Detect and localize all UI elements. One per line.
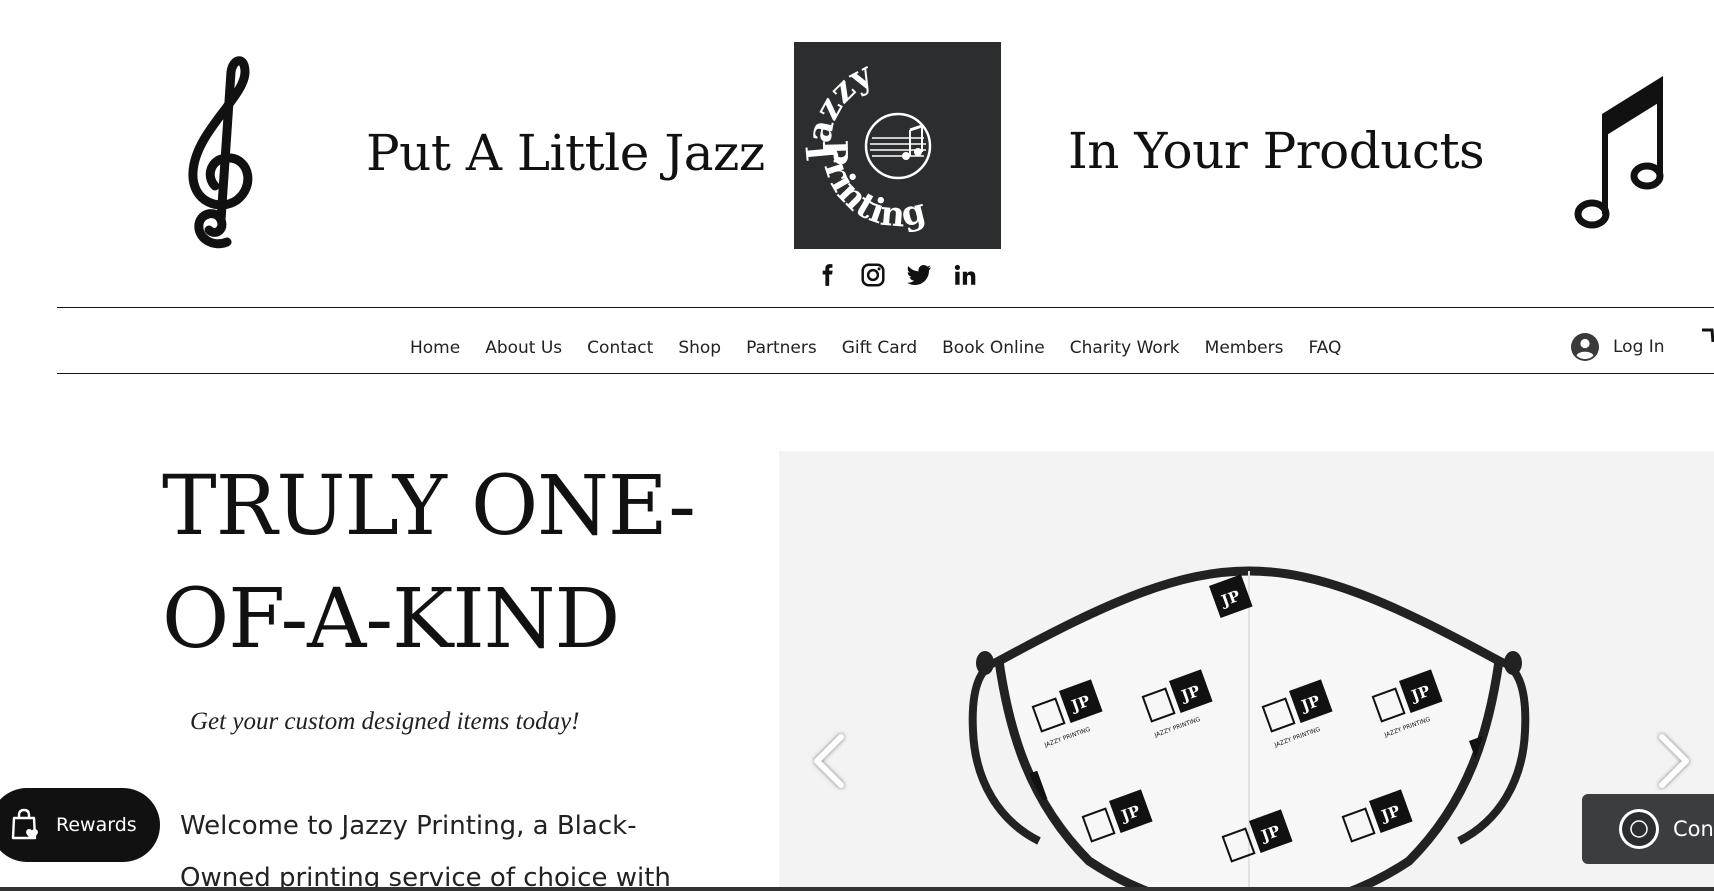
nav-item-partners[interactable]: Partners <box>746 338 817 358</box>
contact-widget-logo-icon <box>1619 809 1659 849</box>
jazzy-printing-logo[interactable]: Jazzy Printing <box>794 42 1001 249</box>
rewards-button[interactable]: Rewards <box>0 788 160 862</box>
hero-title-line-2: OF-A-KIND <box>162 572 620 667</box>
tagline-right: In Your Products <box>1068 122 1485 180</box>
bottom-edge-bar <box>0 887 1714 891</box>
main-nav: Home About Us Contact Shop Partners Gift… <box>410 338 1341 358</box>
login-label: Log In <box>1613 337 1665 357</box>
nav-divider-bottom <box>57 373 1714 374</box>
slideshow-prev-arrow-icon[interactable] <box>809 731 849 791</box>
tagline-left: Put A Little Jazz <box>366 124 765 182</box>
nav-item-contact[interactable]: Contact <box>587 338 653 358</box>
music-notes-icon <box>1574 76 1664 229</box>
shopping-bag-heart-icon <box>11 808 38 840</box>
hero-title-line-1: TRULY ONE- <box>162 459 696 554</box>
svg-text:Printing: Printing <box>814 139 930 235</box>
nav-item-members[interactable]: Members <box>1205 338 1284 358</box>
hero-subtitle: Get your custom designed items today! <box>190 708 580 735</box>
rewards-label: Rewards <box>56 814 137 836</box>
nav-item-shop[interactable]: Shop <box>678 338 721 358</box>
nav-item-gift-card[interactable]: Gift Card <box>842 338 917 358</box>
social-links <box>814 262 978 288</box>
instagram-icon[interactable] <box>860 262 886 288</box>
treble-clef-icon <box>188 56 253 249</box>
product-slideshow[interactable]: JP JAZZY PRINTING JP JAZZY PRINTING JP JAZZ… <box>779 451 1714 891</box>
nav-divider-top <box>57 307 1714 308</box>
welcome-line-2: Owned printing service of choice with <box>180 863 671 891</box>
twitter-icon[interactable] <box>906 262 932 288</box>
welcome-text: Welcome to Jazzy Printing, a Black- Owne… <box>180 800 700 891</box>
face-mask-product-image: JPJAZZY PRINTING JPJAZZY PRINTING JPJAZZ… <box>968 566 1530 891</box>
user-avatar-icon <box>1571 333 1599 361</box>
facebook-icon[interactable] <box>814 262 840 288</box>
nav-item-charity-work[interactable]: Charity Work <box>1070 338 1180 358</box>
nav-item-faq[interactable]: FAQ <box>1308 338 1341 358</box>
slideshow-next-arrow-icon[interactable] <box>1654 731 1694 791</box>
nav-item-home[interactable]: Home <box>410 338 460 358</box>
contact-widget-button[interactable]: Con <box>1582 794 1714 864</box>
hero-title: TRULY ONE- OF-A-KIND <box>162 450 696 676</box>
cart-icon[interactable] <box>1700 328 1714 352</box>
login-button[interactable]: Log In <box>1571 333 1665 361</box>
site-header: Put A Little Jazz Jazzy Printing In Your… <box>0 0 1714 300</box>
contact-widget-label: Con <box>1673 817 1714 841</box>
welcome-line-1: Welcome to Jazzy Printing, a Black- <box>180 811 637 841</box>
nav-item-about-us[interactable]: About Us <box>485 338 562 358</box>
linkedin-icon[interactable] <box>952 262 978 288</box>
nav-item-book-online[interactable]: Book Online <box>942 338 1045 358</box>
